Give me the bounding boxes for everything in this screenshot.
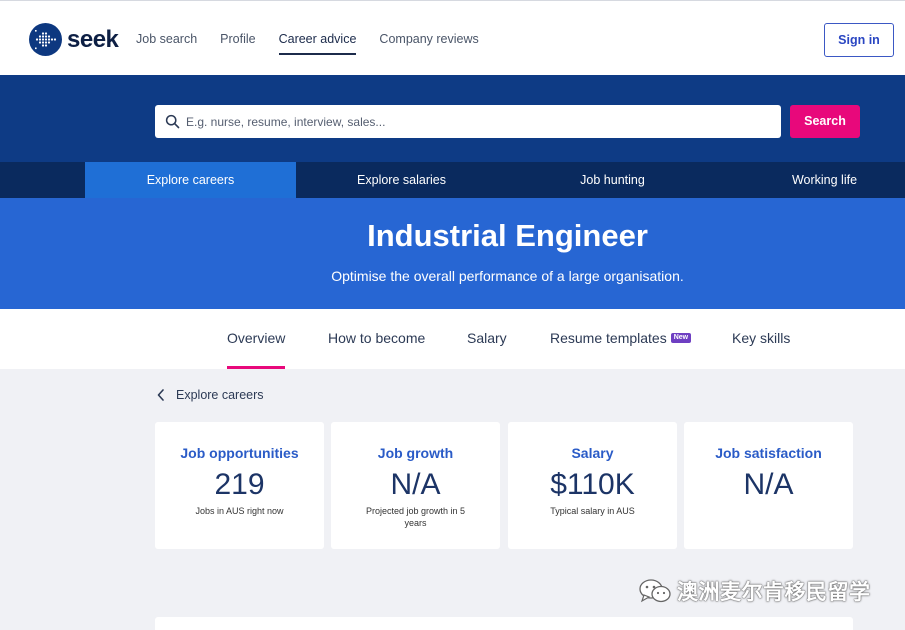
nav-job-search[interactable]: Job search bbox=[136, 1, 197, 76]
content-card bbox=[155, 617, 853, 630]
hero-banner: Industrial Engineer Optimise the overall… bbox=[0, 198, 905, 309]
stat-note: Projected job growth in 5 years bbox=[365, 506, 466, 528]
tab-overview[interactable]: Overview bbox=[227, 309, 286, 369]
search-box[interactable] bbox=[155, 105, 781, 138]
stat-title: Job growth bbox=[377, 445, 454, 461]
new-badge: New bbox=[670, 332, 692, 343]
chevron-left-icon bbox=[157, 389, 164, 401]
stat-title: Job opportunities bbox=[180, 445, 299, 461]
stat-value: N/A bbox=[390, 468, 441, 501]
tab-how-to-become[interactable]: How to become bbox=[328, 309, 425, 369]
explore-nav: Explore careers Explore salaries Job hun… bbox=[0, 162, 905, 198]
tab-explore-careers[interactable]: Explore careers bbox=[85, 162, 296, 198]
tab-resume-templates-label: Resume templates bbox=[550, 330, 667, 346]
main-nav: Job search Profile Career advice Company… bbox=[136, 1, 502, 76]
career-subnav: Overview How to become Salary Resume tem… bbox=[0, 309, 905, 369]
nav-company-reviews[interactable]: Company reviews bbox=[379, 1, 478, 76]
tab-salary[interactable]: Salary bbox=[467, 309, 507, 369]
stat-note: Typical salary in AUS bbox=[550, 506, 635, 516]
sign-in-button[interactable]: Sign in bbox=[824, 23, 894, 57]
stat-card-salary: Salary $110K Typical salary in AUS bbox=[508, 422, 677, 549]
back-link-label: Explore careers bbox=[176, 388, 264, 402]
search-icon bbox=[165, 114, 180, 129]
stat-value: $110K bbox=[550, 468, 635, 501]
tab-resume-templates[interactable]: Resume templates New bbox=[550, 309, 692, 369]
stat-card-job-growth: Job growth N/A Projected job growth in 5… bbox=[331, 422, 500, 549]
stat-value: N/A bbox=[743, 468, 794, 501]
tab-working-life[interactable]: Working life bbox=[718, 162, 905, 198]
search-input[interactable] bbox=[186, 105, 766, 138]
watermark-text: 澳洲麦尔肯移民留学 bbox=[677, 581, 871, 604]
tab-key-skills[interactable]: Key skills bbox=[732, 309, 790, 369]
tab-explore-salaries[interactable]: Explore salaries bbox=[296, 162, 507, 198]
logo-wordmark: seek bbox=[67, 26, 119, 53]
wechat-icon bbox=[639, 579, 671, 603]
stat-note: Jobs in AUS right now bbox=[195, 506, 284, 516]
stat-card-job-opportunities: Job opportunities 219 Jobs in AUS right … bbox=[155, 422, 324, 549]
page-subtitle: Optimise the overall performance of a la… bbox=[331, 268, 684, 284]
seek-logo[interactable]: seek bbox=[29, 23, 119, 56]
stat-title: Job satisfaction bbox=[715, 445, 822, 461]
seek-logo-icon bbox=[29, 23, 62, 56]
stat-title: Salary bbox=[571, 445, 614, 461]
watermark: 澳洲麦尔肯移民留学 bbox=[638, 576, 871, 606]
stat-card-job-satisfaction: Job satisfaction N/A bbox=[684, 422, 853, 549]
back-link[interactable]: Explore careers bbox=[157, 386, 264, 404]
nav-career-advice[interactable]: Career advice bbox=[278, 1, 356, 76]
site-header: seek Job search Profile Career advice Co… bbox=[0, 0, 905, 75]
tab-job-hunting[interactable]: Job hunting bbox=[507, 162, 718, 198]
search-button[interactable]: Search bbox=[790, 105, 860, 138]
stat-value: 219 bbox=[214, 468, 265, 501]
search-band: Search bbox=[0, 75, 905, 162]
page-title: Industrial Engineer bbox=[367, 218, 648, 253]
nav-profile[interactable]: Profile bbox=[220, 1, 255, 76]
